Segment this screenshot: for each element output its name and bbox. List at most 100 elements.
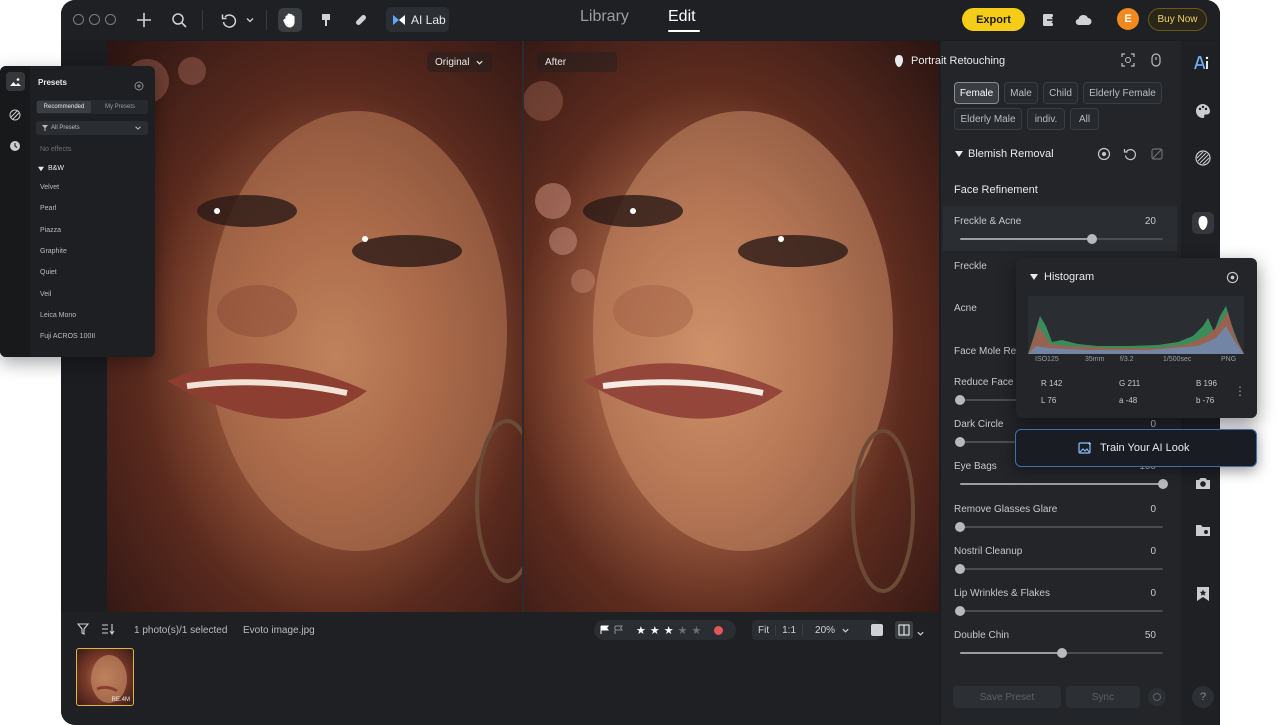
preset-item[interactable]: Quiet bbox=[40, 269, 57, 276]
slider-track[interactable] bbox=[955, 606, 1163, 616]
flag-icon[interactable] bbox=[600, 625, 611, 635]
sync-button[interactable]: Sync bbox=[1066, 686, 1140, 708]
visibility-eye-icon[interactable] bbox=[1097, 147, 1111, 166]
slider-value[interactable]: 0 bbox=[1120, 588, 1156, 599]
preset-item[interactable]: Graphite bbox=[40, 248, 67, 255]
preset-item[interactable]: Piazza bbox=[40, 227, 61, 234]
help-icon[interactable]: ? bbox=[1192, 686, 1214, 708]
slider-track[interactable] bbox=[960, 479, 1168, 489]
single-view-icon[interactable] bbox=[871, 624, 883, 636]
ai-lab-button[interactable]: AI Lab bbox=[386, 7, 449, 32]
slider-thumb[interactable] bbox=[955, 522, 965, 532]
original-label-dropdown[interactable]: Original bbox=[427, 52, 493, 72]
preset-item[interactable]: Pearl bbox=[40, 205, 56, 212]
folder-eye-icon[interactable] bbox=[1192, 519, 1214, 541]
rating-star-icon[interactable]: ★ bbox=[678, 624, 688, 637]
preset-group-bw[interactable]: B&W bbox=[38, 165, 64, 172]
presets-dropdown[interactable]: All Presets bbox=[36, 121, 148, 135]
slider-track[interactable] bbox=[955, 522, 1163, 532]
one-to-one-button[interactable]: 1:1 bbox=[775, 624, 802, 636]
export-to-device-icon[interactable] bbox=[1037, 8, 1061, 32]
healing-bandage-icon[interactable] bbox=[349, 8, 373, 32]
histogram-header[interactable]: Histogram bbox=[1030, 271, 1094, 283]
user-avatar[interactable]: E bbox=[1117, 8, 1139, 30]
rating-star-icon[interactable]: ★ bbox=[636, 624, 646, 637]
preset-item[interactable]: Veil bbox=[40, 291, 51, 298]
slider-value[interactable]: 50 bbox=[1120, 630, 1156, 641]
window-maximize-button[interactable] bbox=[105, 14, 116, 25]
view-mode-chevron-icon[interactable] bbox=[916, 625, 925, 643]
texture-icon[interactable] bbox=[1192, 147, 1214, 169]
add-icon[interactable] bbox=[132, 8, 156, 32]
preset-item[interactable]: Fuji ACROS 100II bbox=[40, 333, 95, 340]
history-clock-icon[interactable] bbox=[9, 139, 21, 157]
slider-track[interactable] bbox=[960, 648, 1163, 658]
histogram-visibility-icon[interactable] bbox=[1226, 271, 1239, 289]
slider-thumb[interactable] bbox=[955, 395, 965, 405]
chip-female[interactable]: Female bbox=[954, 82, 999, 104]
portrait-face-icon[interactable] bbox=[1192, 212, 1214, 234]
filmstrip-thumbnail[interactable]: RE.4M bbox=[76, 648, 134, 706]
sort-icon[interactable] bbox=[98, 619, 118, 639]
chip-elderly-female[interactable]: Elderly Female bbox=[1083, 82, 1162, 104]
reject-flag-icon[interactable] bbox=[614, 625, 625, 635]
window-minimize-button[interactable] bbox=[89, 14, 100, 25]
export-button[interactable]: Export bbox=[962, 8, 1025, 31]
train-ai-look-button[interactable]: Train Your AI Look bbox=[1015, 429, 1257, 467]
slider-value[interactable]: 0 bbox=[1120, 546, 1156, 557]
star-rating[interactable]: ★ ★ ★ ★ ★ bbox=[636, 624, 701, 637]
slider-track[interactable] bbox=[960, 234, 1163, 244]
slider-thumb[interactable] bbox=[1086, 234, 1097, 244]
chip-elderly-male[interactable]: Elderly Male bbox=[954, 108, 1022, 130]
rating-star-icon[interactable]: ★ bbox=[692, 624, 702, 637]
chip-male[interactable]: Male bbox=[1004, 82, 1038, 104]
original-photo[interactable] bbox=[107, 41, 522, 612]
chip-child[interactable]: Child bbox=[1043, 82, 1078, 104]
preset-item[interactable]: Leica Mono bbox=[40, 312, 76, 319]
filter-icon[interactable] bbox=[73, 619, 93, 639]
presets-texture-icon[interactable] bbox=[9, 108, 21, 126]
tab-my-presets[interactable]: My Presets bbox=[93, 101, 147, 113]
more-options-icon[interactable]: ⋮ bbox=[1234, 384, 1246, 398]
red-color-label[interactable] bbox=[714, 625, 724, 635]
window-close-button[interactable] bbox=[73, 14, 84, 25]
sync-settings-icon[interactable] bbox=[1148, 688, 1166, 706]
slider-value[interactable]: 0 bbox=[1120, 504, 1156, 515]
undo-icon[interactable] bbox=[217, 8, 241, 32]
tab-edit[interactable]: Edit bbox=[668, 8, 696, 26]
undo-history-chevron-icon[interactable] bbox=[243, 8, 257, 32]
buy-now-button[interactable]: Buy Now bbox=[1148, 8, 1207, 31]
slider-thumb[interactable] bbox=[1056, 648, 1067, 658]
slider-thumb[interactable] bbox=[955, 437, 965, 447]
after-photo[interactable] bbox=[523, 41, 939, 612]
chip-indiv[interactable]: indiv. bbox=[1027, 108, 1065, 130]
rating-star-icon[interactable]: ★ bbox=[650, 624, 660, 637]
cloud-icon[interactable] bbox=[1071, 8, 1095, 32]
tab-recommended[interactable]: Recommended bbox=[37, 101, 91, 113]
blemish-removal-section[interactable]: Blemish Removal bbox=[955, 148, 1054, 160]
scroll-section-icon[interactable] bbox=[1150, 53, 1162, 72]
slider-track[interactable] bbox=[955, 564, 1163, 574]
compare-divider[interactable] bbox=[522, 41, 524, 612]
rating-star-icon[interactable]: ★ bbox=[664, 624, 674, 637]
fit-button[interactable]: Fit bbox=[752, 625, 775, 636]
disable-effect-icon[interactable] bbox=[1150, 147, 1164, 166]
preset-item[interactable]: Velvet bbox=[40, 184, 59, 191]
slider-value[interactable]: 20 bbox=[1120, 216, 1156, 227]
chevron-down-icon[interactable] bbox=[841, 626, 850, 635]
camera-icon[interactable] bbox=[1192, 472, 1214, 494]
bookmark-star-icon[interactable] bbox=[1192, 583, 1214, 605]
brush-tool-icon[interactable] bbox=[314, 8, 338, 32]
no-effects-item[interactable]: No effects bbox=[40, 146, 71, 153]
presets-add-icon[interactable] bbox=[134, 78, 144, 96]
zoom-percent[interactable]: 20% bbox=[802, 624, 841, 636]
ai-tools-icon[interactable] bbox=[1192, 52, 1214, 74]
hand-tool-icon[interactable] bbox=[278, 8, 302, 32]
chip-all[interactable]: All bbox=[1070, 108, 1099, 130]
reset-icon[interactable] bbox=[1123, 147, 1137, 166]
face-select-icon[interactable] bbox=[1121, 53, 1135, 72]
slider-thumb[interactable] bbox=[955, 606, 965, 616]
save-preset-button[interactable]: Save Preset bbox=[953, 686, 1061, 708]
slider-thumb[interactable] bbox=[955, 564, 965, 574]
tab-library[interactable]: Library bbox=[580, 8, 629, 26]
